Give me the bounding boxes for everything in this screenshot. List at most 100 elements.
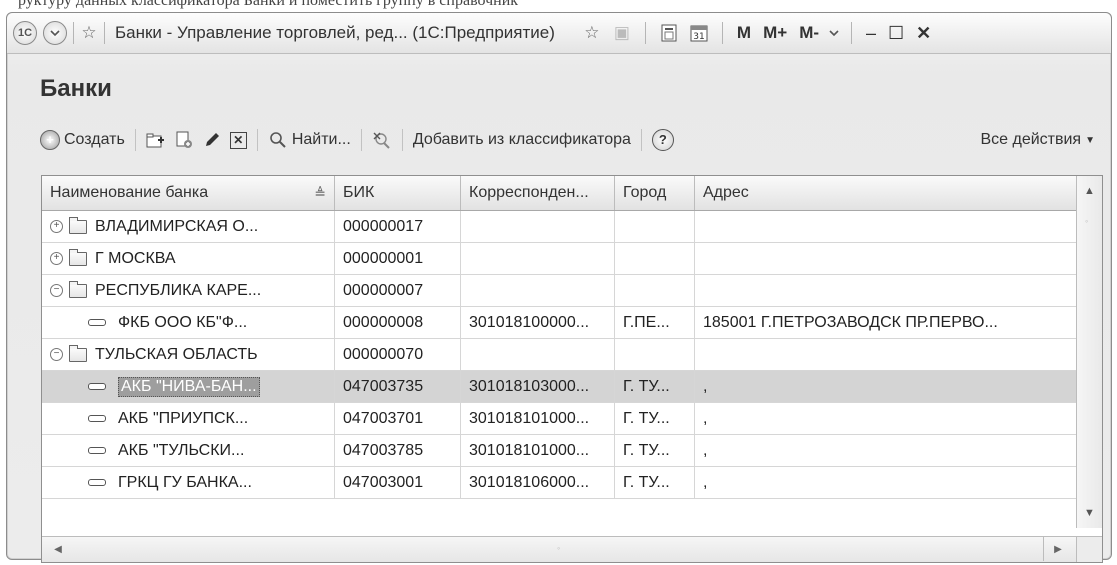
memory-m-button[interactable]: M (737, 23, 751, 43)
table-row[interactable]: АКБ "НИВА-БАН... 047003735 301018103000...… (42, 371, 1076, 403)
favorite-star-icon[interactable]: ☆ (78, 22, 100, 44)
cell-city[interactable]: Г. ТУ... (615, 435, 695, 466)
table-row[interactable]: АКБ "ПРИУПСК... 047003701 301018101000... Г… (42, 403, 1076, 435)
calculator-icon[interactable] (658, 22, 680, 44)
cell-name[interactable]: − ТУЛЬСКАЯ ОБЛАСТЬ (42, 339, 335, 370)
link-icon[interactable]: ▣ (611, 22, 633, 44)
cell-name[interactable]: ФКБ ООО КБ"Ф... (42, 307, 335, 338)
cell-city[interactable]: Г. ТУ... (615, 371, 695, 402)
table-row[interactable]: + ВЛАДИМИРСКАЯ О... 000000017 (42, 211, 1076, 243)
copy-button[interactable] (170, 130, 198, 150)
cell-bik[interactable]: 000000008 (335, 307, 461, 338)
cell-address[interactable]: , (695, 371, 1076, 402)
cell-address[interactable] (695, 243, 1076, 274)
scroll-right-icon[interactable]: ▶ (1043, 537, 1072, 561)
cell-bik[interactable]: 000000007 (335, 275, 461, 306)
scroll-thumb[interactable]: ◦ (1085, 216, 1093, 226)
table-row[interactable]: ГРКЦ ГУ БАНКА... 047003001 301018106000...… (42, 467, 1076, 499)
add-to-favorites-icon[interactable]: ☆ (581, 22, 603, 44)
cell-bik[interactable]: 047003735 (335, 371, 461, 402)
cell-address[interactable]: , (695, 435, 1076, 466)
cell-name[interactable]: − РЕСПУБЛИКА КАРЕ... (42, 275, 335, 306)
cell-corr-account[interactable]: 301018101000... (461, 403, 615, 434)
collapse-icon[interactable]: − (50, 284, 63, 297)
delete-x-icon: ✕ (229, 131, 247, 149)
cell-corr-account[interactable] (461, 243, 615, 274)
cell-address[interactable] (695, 211, 1076, 242)
find-button[interactable]: Найти... (264, 130, 355, 150)
table-row[interactable]: АКБ "ТУЛЬСКИ... 047003785 301018101000... Г… (42, 435, 1076, 467)
cell-city[interactable] (615, 339, 695, 370)
cell-corr-account[interactable] (461, 339, 615, 370)
column-header-label: БИК (343, 184, 375, 201)
cell-name[interactable]: АКБ "ПРИУПСК... (42, 403, 335, 434)
expand-icon[interactable]: + (50, 252, 63, 265)
scroll-thumb[interactable]: ◦ (557, 543, 560, 553)
delete-mark-button[interactable]: ✕ (226, 131, 251, 149)
scroll-down-icon[interactable]: ▼ (1077, 498, 1102, 528)
column-header-corr-account[interactable]: Корреспонден... (461, 176, 615, 210)
cell-bik[interactable]: 047003785 (335, 435, 461, 466)
create-button[interactable]: + Создать (40, 130, 129, 150)
cell-bik[interactable]: 047003701 (335, 403, 461, 434)
cell-name[interactable]: ГРКЦ ГУ БАНКА... (42, 467, 335, 498)
cell-city[interactable] (615, 211, 695, 242)
column-header-city[interactable]: Город (615, 176, 695, 210)
plus-circle-icon: + (40, 130, 60, 150)
vertical-scrollbar[interactable]: ▲ ◦ ▼ (1076, 176, 1102, 528)
cell-corr-account[interactable] (461, 275, 615, 306)
memory-m-minus-button[interactable]: M- (799, 23, 819, 43)
cell-corr-account[interactable]: 301018103000... (461, 371, 615, 402)
cell-bik[interactable]: 000000070 (335, 339, 461, 370)
column-header-name[interactable]: Наименование банка ≜ (42, 176, 335, 210)
memory-m-plus-button[interactable]: M+ (763, 23, 787, 43)
cell-city[interactable]: Г. ТУ... (615, 467, 695, 498)
cell-name[interactable]: + ВЛАДИМИРСКАЯ О... (42, 211, 335, 242)
all-actions-menu[interactable]: Все действия ▼ (976, 131, 1099, 149)
scroll-left-icon[interactable]: ◀ (44, 537, 72, 561)
cell-city[interactable] (615, 243, 695, 274)
cell-address[interactable] (695, 275, 1076, 306)
table-row[interactable]: − ТУЛЬСКАЯ ОБЛАСТЬ 000000070 (42, 339, 1076, 371)
cell-bik[interactable]: 000000017 (335, 211, 461, 242)
cell-bik[interactable]: 000000001 (335, 243, 461, 274)
edit-button[interactable] (198, 130, 226, 150)
column-header-address[interactable]: Адрес (695, 176, 1076, 210)
item-icon (88, 479, 106, 486)
cell-name[interactable]: + Г МОСКВА (42, 243, 335, 274)
close-icon[interactable]: ✕ (916, 23, 931, 44)
help-button[interactable]: ? (648, 129, 678, 151)
collapse-icon[interactable]: − (50, 348, 63, 361)
expand-icon[interactable]: + (50, 220, 63, 233)
cell-name[interactable]: АКБ "ТУЛЬСКИ... (42, 435, 335, 466)
minimize-icon[interactable]: – (866, 23, 876, 44)
column-header-bik[interactable]: БИК (335, 176, 461, 210)
table-row[interactable]: ФКБ ООО КБ"Ф... 000000008 301018100000... Г… (42, 307, 1076, 339)
cell-address[interactable]: , (695, 403, 1076, 434)
cell-corr-account[interactable] (461, 211, 615, 242)
help-icon: ? (651, 129, 674, 151)
app-logo-icon[interactable]: 1С (13, 21, 37, 45)
cell-corr-account[interactable]: 301018106000... (461, 467, 615, 498)
cell-city[interactable]: Г. ТУ... (615, 403, 695, 434)
horizontal-scrollbar[interactable]: ◀ ◦ ▶ (42, 536, 1076, 562)
cell-corr-account[interactable]: 301018100000... (461, 307, 615, 338)
create-group-button[interactable] (142, 130, 170, 150)
maximize-icon[interactable]: ☐ (888, 23, 904, 44)
chevron-down-icon[interactable] (829, 29, 839, 37)
table-row[interactable]: − РЕСПУБЛИКА КАРЕ... 000000007 (42, 275, 1076, 307)
cell-city[interactable] (615, 275, 695, 306)
table-row[interactable]: + Г МОСКВА 000000001 (42, 243, 1076, 275)
main-menu-button[interactable] (43, 21, 67, 45)
calendar-icon[interactable]: 31 (688, 22, 710, 44)
cell-name[interactable]: АКБ "НИВА-БАН... (42, 371, 335, 402)
cell-address[interactable]: 185001 Г.ПЕТРОЗАВОДСК ПР.ПЕРВО... (695, 307, 1076, 338)
scroll-up-icon[interactable]: ▲ (1077, 176, 1102, 206)
cell-corr-account[interactable]: 301018101000... (461, 435, 615, 466)
cell-address[interactable]: , (695, 467, 1076, 498)
cancel-search-button[interactable] (368, 130, 396, 150)
add-from-classifier-button[interactable]: Добавить из классификатора (409, 131, 635, 149)
cell-address[interactable] (695, 339, 1076, 370)
cell-city[interactable]: Г.ПЕ... (615, 307, 695, 338)
cell-bik[interactable]: 047003001 (335, 467, 461, 498)
